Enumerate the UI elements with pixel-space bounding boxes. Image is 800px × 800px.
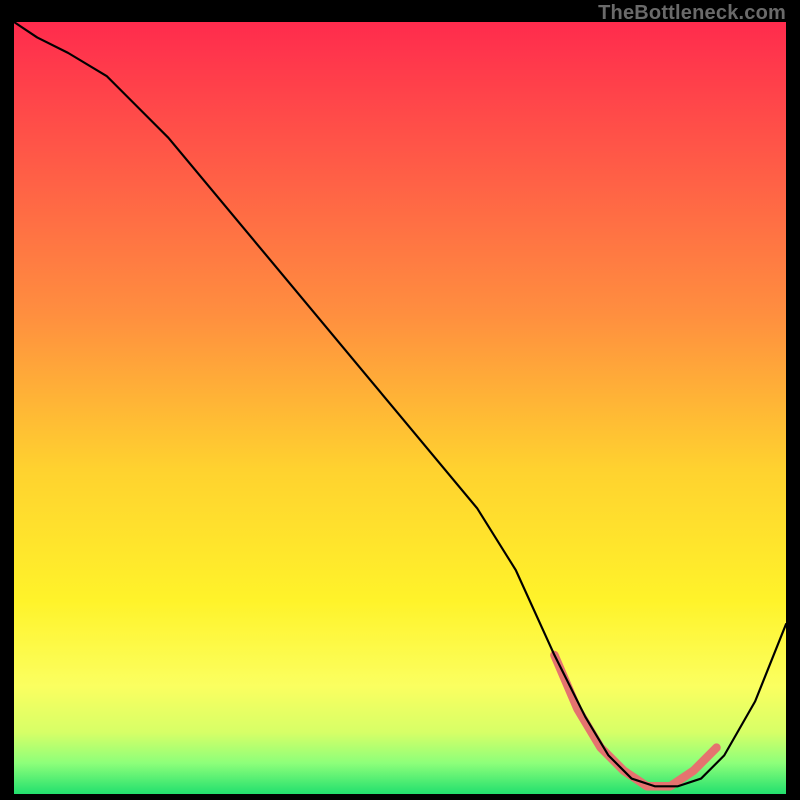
bottleneck-curve-line [14,22,786,786]
chart-plot-area [14,22,786,794]
optimal-band-highlight [554,655,716,786]
chart-curves [14,22,786,794]
